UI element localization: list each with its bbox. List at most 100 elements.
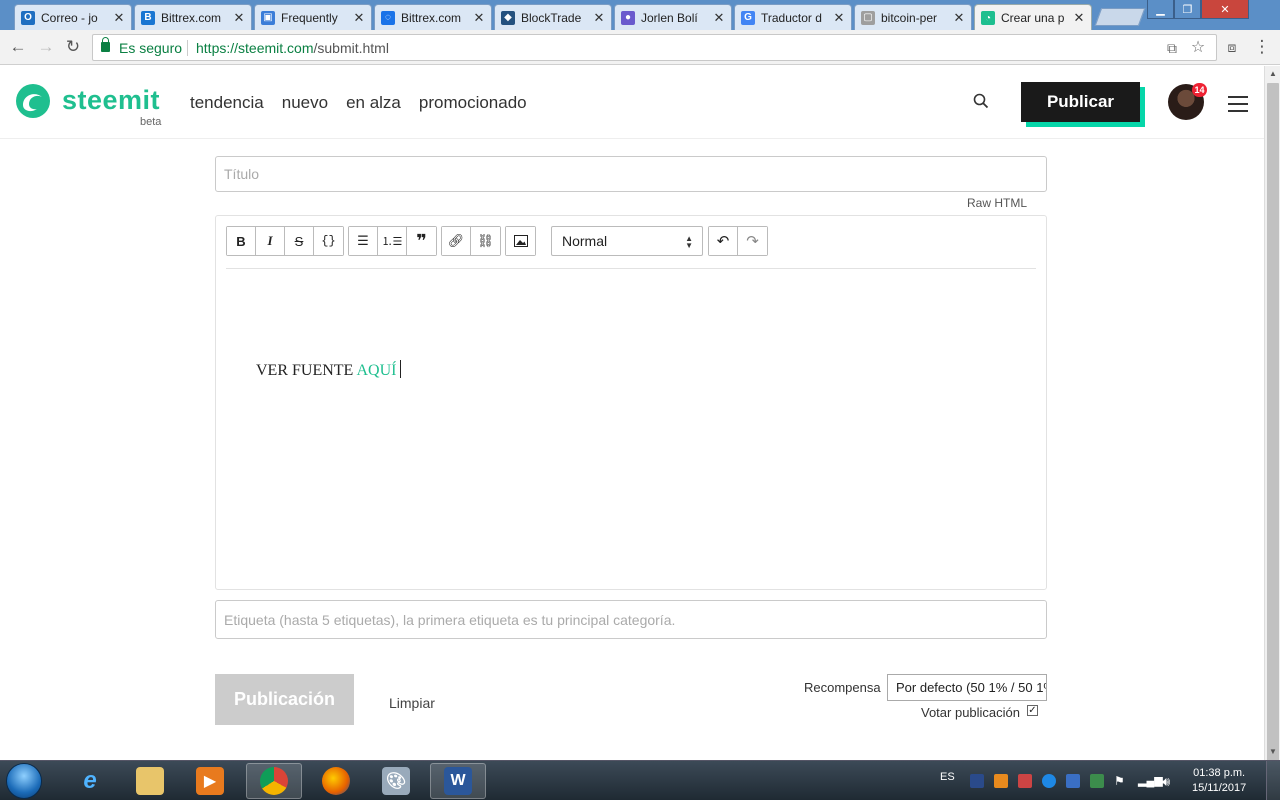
upvote-checkbox[interactable]: ✓ — [1027, 705, 1038, 716]
logo-text[interactable]: steemit — [62, 85, 160, 116]
tray-security-icon[interactable] — [1018, 774, 1032, 788]
tab-close-icon[interactable]: ✕ — [113, 10, 125, 26]
page-scrollbar[interactable]: ▲ ▼ — [1264, 66, 1280, 773]
tray-app-icon[interactable] — [970, 774, 984, 788]
firefox-icon — [322, 767, 350, 795]
strikethrough-icon[interactable]: S — [285, 227, 314, 255]
publish-button[interactable]: Publicar — [1021, 82, 1140, 122]
history-group: ↶ ↷ — [708, 226, 768, 256]
reward-select[interactable]: Por defecto (50 1% / 50 1%) — [887, 674, 1047, 701]
tray-update-icon[interactable] — [1090, 774, 1104, 788]
tray-teamviewer-icon[interactable] — [1042, 774, 1056, 788]
chrome-menu-icon[interactable]: ⋮ — [1252, 37, 1272, 57]
tab-close-icon[interactable]: ✕ — [233, 10, 245, 26]
tab-close-icon[interactable]: ✕ — [953, 10, 965, 26]
browser-tab[interactable]: O Correo - jo ✕ — [14, 4, 132, 30]
minimize-window-button[interactable]: ▁ — [1147, 0, 1174, 19]
forward-arrow-icon[interactable]: → — [36, 37, 56, 57]
site-header: steemit beta tendencia nuevo en alza pro… — [0, 66, 1264, 139]
tray-firefox-icon[interactable] — [994, 774, 1008, 788]
tags-input[interactable] — [215, 600, 1047, 639]
bold-icon[interactable]: B — [227, 227, 256, 255]
language-indicator[interactable]: ES — [940, 771, 955, 783]
taskbar-chrome[interactable] — [246, 763, 302, 799]
taskbar-ie[interactable]: e — [62, 763, 118, 799]
browser-tab[interactable]: ● Jorlen Bolí ✕ — [614, 4, 732, 30]
tab-close-icon[interactable]: ✕ — [473, 10, 485, 26]
tab-close-icon[interactable]: ✕ — [713, 10, 725, 26]
media-player-icon: ▶ — [196, 767, 224, 795]
address-bar[interactable]: Es seguro https://steemit.com/submit.htm… — [92, 34, 1217, 61]
blockquote-icon[interactable]: ❞ — [407, 227, 436, 255]
image-icon[interactable] — [506, 227, 535, 255]
search-icon[interactable] — [973, 93, 989, 109]
tab-title: BlockTrade — [521, 10, 582, 25]
nav-promoted[interactable]: promocionado — [419, 93, 527, 113]
numbered-list-icon[interactable]: ⒈☰ — [378, 227, 407, 255]
clear-button[interactable]: Limpiar — [389, 695, 435, 711]
show-desktop-button[interactable] — [1266, 761, 1280, 800]
tab-close-icon[interactable]: ✕ — [833, 10, 845, 26]
volume-icon[interactable]: 🔊︎ — [1162, 774, 1176, 789]
format-select-value: Normal — [562, 233, 608, 249]
steemit-logo-icon[interactable] — [15, 83, 51, 119]
bookmark-star-icon[interactable]: ☆ — [1189, 39, 1207, 57]
scroll-up-arrow-icon[interactable]: ▲ — [1265, 66, 1280, 82]
browser-tab[interactable]: B Bittrex.com ✕ — [134, 4, 252, 30]
taskbar-paint[interactable]: 🎨︎ — [368, 763, 424, 799]
nav-new[interactable]: nuevo — [282, 93, 328, 113]
lock-icon — [101, 37, 110, 52]
scroll-down-arrow-icon[interactable]: ▼ — [1265, 744, 1280, 760]
content-link[interactable]: AQUÍ — [356, 362, 396, 379]
tab-close-icon[interactable]: ✕ — [1073, 10, 1085, 26]
editor-content[interactable]: VER FUENTE AQUÍ — [256, 360, 402, 380]
title-input[interactable] — [215, 156, 1047, 192]
action-center-flag-icon[interactable]: ⚑ — [1114, 774, 1128, 788]
tab-close-icon[interactable]: ✕ — [593, 10, 605, 26]
taskbar-explorer[interactable] — [122, 763, 178, 799]
scroll-thumb[interactable] — [1267, 83, 1279, 773]
undo-icon[interactable]: ↶ — [709, 227, 738, 255]
system-clock[interactable]: 01:38 p.m. 15/11/2017 — [1192, 766, 1246, 796]
tab-favicon-icon: ▢ — [861, 10, 875, 25]
browser-tab[interactable]: ▣ Frequently ✕ — [254, 4, 372, 30]
taskbar-firefox[interactable] — [308, 763, 364, 799]
browser-tab[interactable]: ▢ bitcoin-per ✕ — [854, 4, 972, 30]
unlink-icon[interactable]: ⛓︎ — [471, 227, 500, 255]
address-separator — [187, 40, 188, 56]
taskbar-word[interactable]: W — [430, 763, 486, 799]
submit-post-button[interactable]: Publicación — [215, 674, 354, 725]
word-icon: W — [444, 767, 472, 795]
close-window-button[interactable]: ✕ — [1201, 0, 1249, 19]
tab-favicon-icon: ◆ — [501, 10, 515, 25]
browser-tab[interactable]: ◔ Crear una p ✕ — [974, 4, 1092, 31]
browser-tab[interactable]: G Traductor d ✕ — [734, 4, 852, 30]
start-button-icon[interactable] — [6, 763, 42, 799]
format-select[interactable]: Normal ▲ ▼ — [551, 226, 703, 256]
restore-window-button[interactable]: ❐ — [1174, 0, 1201, 19]
taskbar-media[interactable]: ▶ — [182, 763, 238, 799]
italic-icon[interactable]: I — [256, 227, 285, 255]
browser-tab[interactable]: ◌ Bittrex.com ✕ — [374, 4, 492, 30]
translate-icon[interactable]: ⧉ — [1163, 39, 1181, 57]
nav-trending[interactable]: tendencia — [190, 93, 264, 113]
browser-tab[interactable]: ◆ BlockTrade ✕ — [494, 4, 612, 30]
hamburger-menu-icon[interactable] — [1228, 96, 1248, 112]
rich-text-editor[interactable]: B I S {} ☰ ⒈☰ ❞ 🔗︎ ⛓︎ Normal ▲▼ ↶ ↷ VER — [215, 215, 1047, 590]
link-icon[interactable]: 🔗︎ — [442, 227, 471, 255]
reload-icon[interactable]: ↻ — [63, 37, 83, 57]
extension-icon[interactable]: ⧈ — [1222, 37, 1242, 57]
tray-network-app-icon[interactable] — [1066, 774, 1080, 788]
code-icon[interactable]: {} — [314, 227, 343, 255]
main-nav: tendencia nuevo en alza promocionado — [190, 93, 527, 113]
text-style-group: B I S {} — [226, 226, 344, 256]
nav-hot[interactable]: en alza — [346, 93, 401, 113]
raw-html-link[interactable]: Raw HTML — [967, 196, 1027, 210]
tab-close-icon[interactable]: ✕ — [353, 10, 365, 26]
new-tab-button[interactable] — [1094, 8, 1146, 26]
back-arrow-icon[interactable]: ← — [8, 37, 28, 57]
list-group: ☰ ⒈☰ ❞ — [348, 226, 437, 256]
network-signal-icon[interactable]: ▂▄▆ — [1138, 774, 1163, 788]
bullet-list-icon[interactable]: ☰ — [349, 227, 378, 255]
redo-icon[interactable]: ↷ — [738, 227, 767, 255]
